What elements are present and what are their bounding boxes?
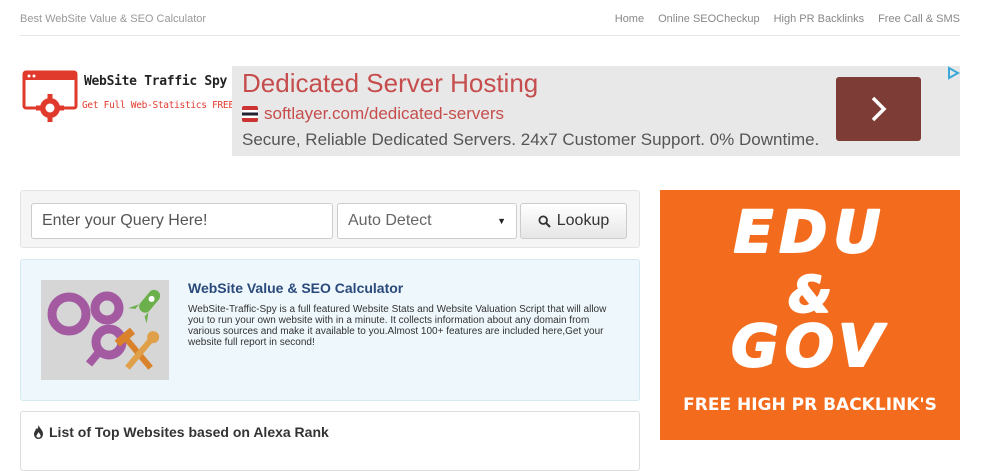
- seo-illustration: [41, 280, 169, 380]
- adchoices-icon[interactable]: [946, 66, 960, 80]
- edu-gov-banner: EDU & GOV FREE HIGH PR BACKLINK'S: [683, 197, 937, 415]
- top-nav: Home Online SEOCheckup High PR Backlinks…: [615, 13, 960, 25]
- ad-line-gov: GOV: [731, 312, 889, 380]
- intro-text: WebSite-Traffic-Spy is a full featured W…: [188, 304, 607, 348]
- search-icon: [538, 214, 551, 228]
- intro-panel: WebSite Value & SEO Calculator WebSite-T…: [20, 259, 640, 401]
- lookup-label: Lookup: [556, 212, 610, 229]
- nav-online-seocheckup[interactable]: Online SEOCheckup: [658, 13, 760, 25]
- site-brand[interactable]: Best WebSite Value & SEO Calculator: [20, 13, 206, 25]
- chevron-right-icon: [871, 96, 886, 122]
- query-input[interactable]: [31, 203, 333, 239]
- intro-title: WebSite Value & SEO Calculator: [188, 280, 404, 296]
- fire-icon: [34, 425, 43, 439]
- nav-free-call-sms[interactable]: Free Call & SMS: [878, 13, 960, 25]
- logo-title: WebSite Traffic Spy: [84, 74, 228, 89]
- browser-gear-logo-icon: [22, 70, 78, 122]
- nav-home[interactable]: Home: [615, 13, 644, 25]
- top-websites-heading: List of Top Websites based on Alexa Rank: [33, 424, 329, 440]
- top-navbar: Best WebSite Value & SEO Calculator Home…: [20, 0, 960, 36]
- ad-description: Secure, Reliable Dedicated Servers. 24x7…: [242, 130, 820, 149]
- seo-gears-illustration-icon: [41, 280, 169, 380]
- site-logo[interactable]: WebSite Traffic Spy Get Full Web-Statist…: [22, 70, 234, 130]
- caret-down-icon: ▼: [497, 216, 506, 226]
- detect-select-value: Auto Detect: [348, 212, 432, 229]
- lookup-button[interactable]: Lookup: [520, 203, 627, 239]
- ad-tagline: FREE HIGH PR BACKLINK'S: [683, 395, 937, 415]
- top-websites-panel: List of Top Websites based on Alexa Rank: [20, 411, 640, 471]
- ad-go-button[interactable]: [836, 77, 921, 141]
- ad-title[interactable]: Dedicated Server Hosting: [242, 68, 538, 99]
- logo-subtitle: Get Full Web-Statistics FREE: [82, 100, 234, 111]
- ad-url[interactable]: softlayer.com/dedicated-servers: [264, 104, 504, 124]
- top-banner-ad[interactable]: Dedicated Server Hosting softlayer.com/d…: [232, 66, 960, 156]
- top-websites-title: List of Top Websites based on Alexa Rank: [49, 424, 329, 440]
- side-banner-ad[interactable]: EDU & GOV FREE HIGH PR BACKLINK'S: [660, 190, 960, 440]
- search-panel: Auto Detect ▼ Lookup: [20, 190, 640, 248]
- ad-url-row[interactable]: softlayer.com/dedicated-servers: [242, 104, 504, 124]
- detect-select[interactable]: Auto Detect ▼: [337, 203, 517, 239]
- nav-high-pr-backlinks[interactable]: High PR Backlinks: [774, 13, 864, 25]
- ad-line-edu: EDU: [734, 198, 887, 266]
- flag-icon: [242, 106, 258, 122]
